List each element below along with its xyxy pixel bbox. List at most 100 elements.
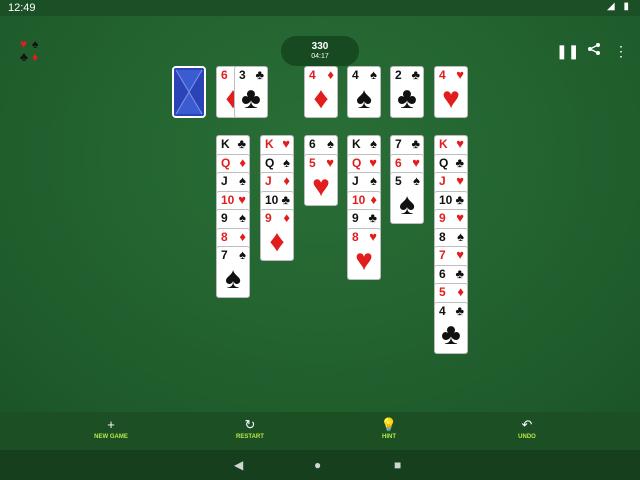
foundation-card[interactable]: 4 ♥ ♥ bbox=[434, 66, 468, 118]
system-nav-bar: ◀ ● ■ bbox=[0, 450, 640, 480]
card-rank: 6 bbox=[221, 68, 228, 82]
card-suit-icon: ♣ bbox=[237, 136, 246, 151]
card-suit-icon: ♠ bbox=[370, 67, 377, 82]
more-vert-icon[interactable]: ⋮ bbox=[612, 42, 630, 60]
card-center-suit-icon: ♥ bbox=[312, 170, 330, 203]
card-rank: 5 bbox=[439, 285, 446, 299]
card-suit-icon: ♠ bbox=[413, 173, 420, 188]
card-suit-icon: ♣ bbox=[411, 67, 420, 82]
card-center-suit-icon: ♠ bbox=[225, 262, 241, 295]
hint-button[interactable]: 💡 HINT bbox=[359, 416, 419, 440]
card-rank: 7 bbox=[221, 248, 228, 262]
foundation-card[interactable]: 4 ♠ ♠ bbox=[347, 66, 381, 118]
card-suit-icon: ♠ bbox=[457, 229, 464, 244]
foundation-card[interactable]: 2 ♣ ♣ bbox=[390, 66, 424, 118]
card-rank: J bbox=[352, 174, 359, 188]
tableau-card[interactable]: 7 ♠ ♠ bbox=[216, 246, 250, 298]
card-center-suit-icon: ♦ bbox=[313, 82, 329, 115]
undo-button[interactable]: ↶ UNDO bbox=[497, 416, 557, 440]
card-suit-icon: ♥ bbox=[456, 67, 464, 82]
card-rank: 6 bbox=[395, 156, 402, 170]
card-rank: 10 bbox=[439, 193, 453, 207]
pause-icon[interactable]: ❚❚ bbox=[556, 42, 579, 60]
card-suit-icon: ♣ bbox=[281, 192, 290, 207]
card-suit-icon: ♠ bbox=[283, 155, 290, 170]
tableau-card[interactable]: 5 ♠ ♠ bbox=[390, 172, 424, 224]
card-rank: 3 bbox=[239, 68, 246, 82]
card-rank: 5 bbox=[309, 156, 316, 170]
card-rank: Q bbox=[439, 156, 449, 170]
card-center-suit-icon: ♥ bbox=[355, 244, 373, 277]
card-rank: K bbox=[439, 137, 448, 151]
app-logo: ♥ ♠ ♣ ♦ bbox=[18, 38, 44, 64]
restart-label: RESTART bbox=[236, 434, 264, 440]
diamond-icon: ♦ bbox=[32, 50, 39, 64]
card-center-suit-icon: ♣ bbox=[397, 82, 417, 115]
card-suit-icon: ♣ bbox=[455, 192, 464, 207]
foundation-card[interactable]: 4 ♦ ♦ bbox=[304, 66, 338, 118]
card-rank: 4 bbox=[309, 68, 316, 82]
card-rank: 7 bbox=[395, 137, 402, 151]
card-suit-icon: ♥ bbox=[326, 155, 334, 170]
nav-home-icon[interactable]: ● bbox=[314, 458, 321, 472]
status-time: 12:49 bbox=[8, 2, 36, 14]
tableau-card[interactable]: 5 ♥ ♥ bbox=[304, 154, 338, 206]
tableau-card[interactable]: 8 ♥ ♥ bbox=[347, 228, 381, 280]
club-icon: ♣ bbox=[20, 50, 28, 64]
card-suit-icon: ♥ bbox=[282, 136, 290, 151]
card-rank: 9 bbox=[439, 211, 446, 225]
nav-recents-icon[interactable]: ■ bbox=[394, 458, 401, 472]
card-rank: Q bbox=[352, 156, 362, 170]
undo-icon: ↶ bbox=[521, 417, 533, 432]
card-rank: 4 bbox=[439, 304, 446, 318]
card-rank: 9 bbox=[352, 211, 359, 225]
stock-pile[interactable] bbox=[172, 66, 206, 118]
card-suit-icon: ♣ bbox=[455, 303, 464, 318]
card-rank: 9 bbox=[221, 211, 228, 225]
card-suit-icon: ♥ bbox=[412, 155, 420, 170]
new-game-label: NEW GAME bbox=[94, 434, 128, 440]
restart-icon: ↻ bbox=[244, 417, 256, 432]
card-rank: 10 bbox=[221, 193, 235, 207]
tableau-card[interactable]: 9 ♦ ♦ bbox=[260, 209, 294, 261]
bottom-toolbar: + NEW GAME ↻ RESTART 💡 HINT ↶ UNDO bbox=[0, 412, 640, 450]
card-rank: K bbox=[352, 137, 361, 151]
heart-icon: ♥ bbox=[20, 37, 28, 51]
undo-label: UNDO bbox=[518, 434, 536, 440]
card-suit-icon: ♣ bbox=[255, 67, 264, 82]
card-center-suit-icon: ♥ bbox=[442, 82, 460, 115]
card-rank: 10 bbox=[352, 193, 366, 207]
timer-value: 04:17 bbox=[311, 53, 329, 60]
card-suit-icon: ♠ bbox=[239, 173, 246, 188]
card-suit-icon: ♠ bbox=[370, 136, 377, 151]
waste-card[interactable]: 3 ♣ ♣ bbox=[234, 66, 268, 118]
card-rank: 8 bbox=[352, 230, 359, 244]
card-rank: Q bbox=[265, 156, 275, 170]
new-game-button[interactable]: + NEW GAME bbox=[81, 416, 141, 440]
plus-icon: + bbox=[107, 417, 115, 432]
card-center-suit-icon: ♠ bbox=[399, 188, 415, 221]
card-suit-icon: ♦ bbox=[457, 284, 464, 299]
card-suit-icon: ♠ bbox=[239, 247, 246, 262]
tableau-card[interactable]: 4 ♣ ♣ bbox=[434, 302, 468, 354]
score-timer-pill: 330 04:17 bbox=[281, 36, 359, 66]
lightbulb-icon: 💡 bbox=[380, 417, 398, 432]
card-suit-icon: ♥ bbox=[456, 136, 464, 151]
signal-battery-icon: ◢ ▮ bbox=[607, 1, 632, 12]
restart-button[interactable]: ↻ RESTART bbox=[220, 416, 280, 440]
nav-back-icon[interactable]: ◀ bbox=[234, 458, 243, 472]
card-rank: Q bbox=[221, 156, 231, 170]
card-suit-icon: ♦ bbox=[239, 155, 246, 170]
card-rank: 6 bbox=[439, 267, 446, 281]
card-suit-icon: ♣ bbox=[455, 266, 464, 281]
card-suit-icon: ♣ bbox=[455, 155, 464, 170]
card-suit-icon: ♥ bbox=[369, 155, 377, 170]
card-suit-icon: ♣ bbox=[368, 210, 377, 225]
card-suit-icon: ♠ bbox=[327, 136, 334, 151]
card-rank: 8 bbox=[439, 230, 446, 244]
card-suit-icon: ♠ bbox=[239, 210, 246, 225]
share-icon[interactable] bbox=[585, 42, 603, 60]
card-rank: 8 bbox=[221, 230, 228, 244]
card-rank: 7 bbox=[439, 248, 446, 262]
card-rank: 4 bbox=[352, 68, 359, 82]
